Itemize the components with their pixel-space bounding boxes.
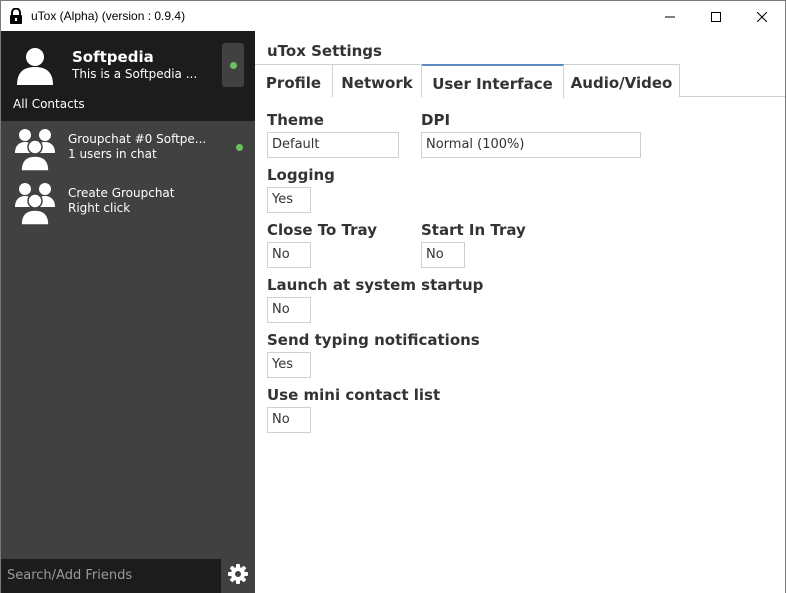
minimize-button[interactable] (647, 1, 693, 31)
dpi-dropdown[interactable]: Normal (100%) (421, 132, 641, 158)
group-avatar-icon (15, 125, 55, 172)
mini-contact-list-dropdown[interactable]: No (267, 407, 311, 433)
settings-panel: uTox Settings Profile Network User Inter… (255, 31, 785, 593)
tab-network[interactable]: Network (333, 64, 422, 97)
search-box[interactable] (1, 559, 221, 593)
typing-notifications-dropdown[interactable]: Yes (267, 352, 311, 378)
tab-audio-video[interactable]: Audio/Video (564, 64, 680, 97)
close-to-tray-label: Close To Tray (267, 221, 377, 239)
maximize-button[interactable] (693, 1, 739, 31)
window-title: uTox (Alpha) (version : 0.9.4) (31, 9, 186, 23)
utox-window: uTox (Alpha) (version : 0.9.4) Softpedia… (0, 0, 786, 593)
self-name[interactable]: Softpedia (72, 48, 154, 66)
group-avatar-icon (15, 179, 55, 226)
theme-dropdown[interactable]: Default (267, 132, 399, 158)
theme-label: Theme (267, 111, 324, 129)
close-to-tray-dropdown[interactable]: No (267, 242, 311, 268)
maximize-icon (711, 7, 721, 26)
start-in-tray-label: Start In Tray (421, 221, 526, 239)
close-icon (756, 7, 768, 26)
sidebar: Softpedia This is a Softpedia ... All Co… (1, 31, 255, 593)
close-button[interactable] (739, 1, 785, 31)
contacts-filter-label[interactable]: All Contacts (13, 97, 85, 111)
dpi-label: DPI (421, 111, 451, 129)
contact-subtitle: 1 users in chat (68, 147, 157, 161)
self-status-message[interactable]: This is a Softpedia ... (72, 67, 197, 81)
title-bar[interactable]: uTox (Alpha) (version : 0.9.4) (1, 1, 785, 31)
settings-tabs: Profile Network User Interface Audio/Vid… (255, 64, 785, 98)
online-status-icon (230, 62, 237, 69)
settings-title: uTox Settings (267, 42, 382, 60)
create-groupchat-item[interactable]: Create Groupchat Right click (1, 175, 255, 229)
mini-contact-list-label: Use mini contact list (267, 386, 441, 404)
gear-icon (228, 564, 248, 588)
contact-subtitle: Right click (68, 201, 131, 215)
typing-notifications-label: Send typing notifications (267, 331, 480, 349)
user-avatar-icon[interactable] (15, 45, 55, 85)
minimize-icon (665, 7, 675, 26)
settings-button[interactable] (221, 559, 255, 593)
search-add-friends-input[interactable] (7, 568, 215, 583)
self-profile-panel[interactable]: Softpedia This is a Softpedia ... All Co… (1, 31, 255, 121)
launch-startup-label: Launch at system startup (267, 276, 484, 294)
contact-name: Create Groupchat (68, 186, 175, 200)
contact-item-groupchat[interactable]: Groupchat #0 Softpe... 1 users in chat (1, 121, 255, 175)
online-status-icon (236, 144, 243, 151)
launch-startup-dropdown[interactable]: No (267, 297, 311, 323)
status-toggle-button[interactable] (222, 43, 244, 87)
logging-label: Logging (267, 166, 335, 184)
logging-dropdown[interactable]: Yes (267, 187, 311, 213)
tab-profile[interactable]: Profile (255, 64, 333, 97)
tab-user-interface[interactable]: User Interface (422, 64, 564, 98)
utox-lock-icon (9, 7, 23, 24)
contact-name: Groupchat #0 Softpe... (68, 132, 207, 146)
start-in-tray-dropdown[interactable]: No (421, 242, 465, 268)
